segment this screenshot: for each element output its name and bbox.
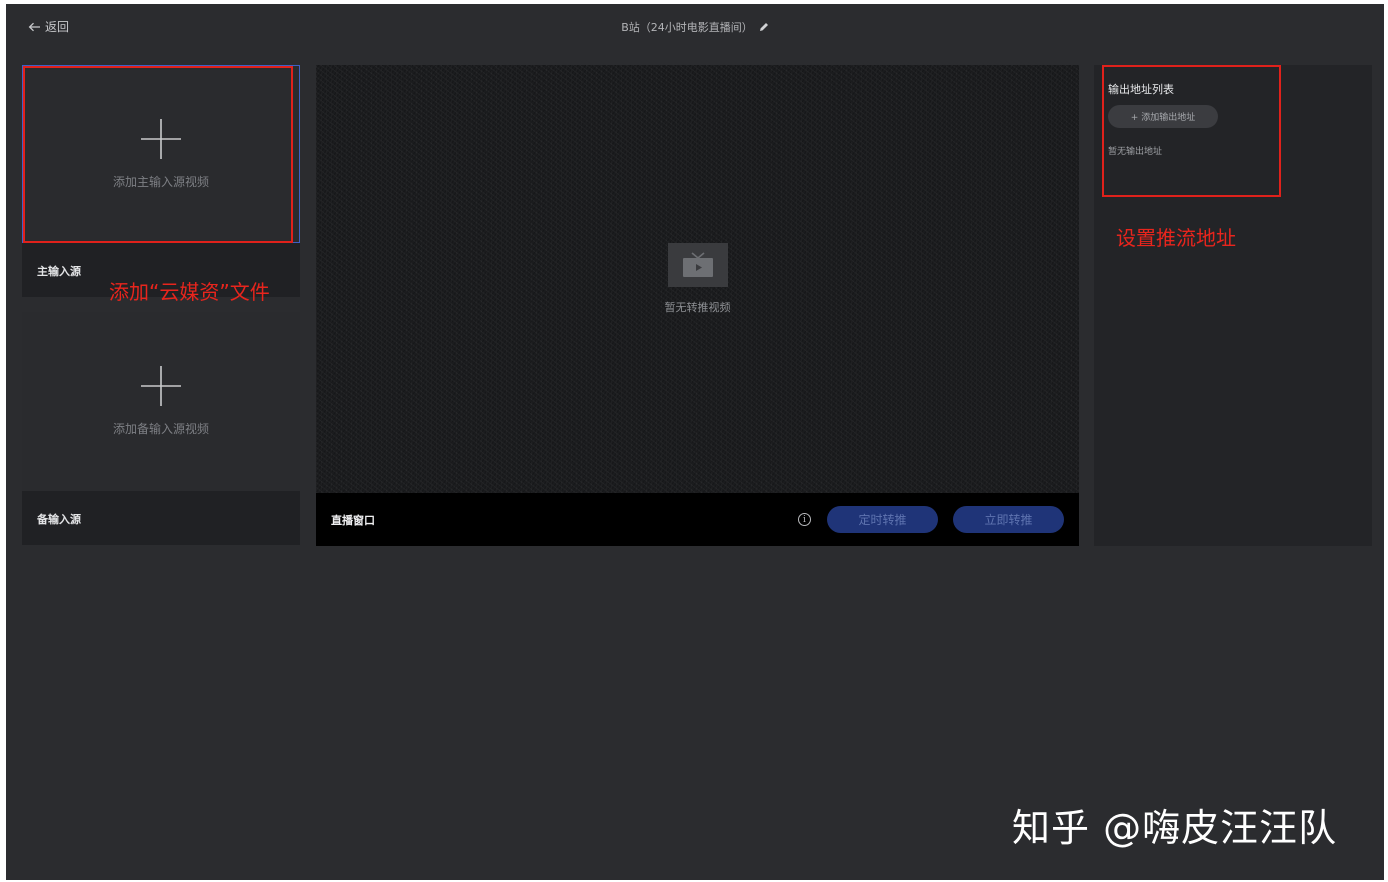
app-window: 返回 B站（24小时电影直播间） 添加主输入源视频 主输入源 添加备输入源视频 … [6, 4, 1384, 880]
output-empty-text: 暂无输出地址 [1108, 147, 1163, 157]
add-main-input-label: 添加主输入源视频 [112, 174, 209, 189]
annotation-text-input: 添加“云媒资”文件 [109, 280, 270, 304]
video-screen: 暂无转推视频 [316, 65, 1079, 493]
output-list-heading: 输出地址列表 [1108, 83, 1174, 96]
watermark: 知乎 @嗨皮汪汪队 [1012, 806, 1338, 850]
add-main-input-dropzone[interactable]: 添加主输入源视频 [22, 65, 300, 243]
info-icon[interactable]: i [798, 513, 811, 526]
tv-icon [667, 243, 728, 287]
add-backup-input-label: 添加备输入源视频 [112, 422, 209, 436]
tv-play-icon [682, 252, 713, 277]
annotation-text-output: 设置推流地址 [1116, 226, 1236, 250]
plus-icon [141, 366, 181, 406]
empty-state-text: 暂无转推视频 [664, 301, 731, 314]
plus-icon [141, 118, 181, 159]
page-title-text: B站（24小时电影直播间） [621, 21, 753, 34]
player-controls: 直播窗口 i 定时转推 立即转推 [316, 493, 1079, 546]
backup-input-title: 备输入源 [37, 513, 81, 526]
main-input-title: 主输入源 [37, 265, 81, 278]
live-preview-panel: 暂无转推视频 直播窗口 i 定时转推 立即转推 [316, 65, 1079, 546]
page-title: B站（24小时电影直播间） [6, 19, 1384, 35]
live-window-label: 直播窗口 [331, 513, 375, 527]
add-output-address-button[interactable]: + 添加输出地址 [1108, 105, 1218, 128]
main-input-panel: 添加主输入源视频 主输入源 [22, 65, 300, 297]
pencil-icon[interactable] [759, 22, 769, 32]
output-address-panel: 输出地址列表 + 添加输出地址 暂无输出地址 [1094, 65, 1372, 546]
push-now-button[interactable]: 立即转推 [953, 506, 1064, 533]
scheduled-push-button[interactable]: 定时转推 [827, 506, 938, 533]
add-backup-input-dropzone[interactable]: 添加备输入源视频 [22, 312, 300, 491]
backup-input-panel: 添加备输入源视频 备输入源 [22, 312, 300, 545]
empty-state: 暂无转推视频 [316, 243, 1079, 315]
